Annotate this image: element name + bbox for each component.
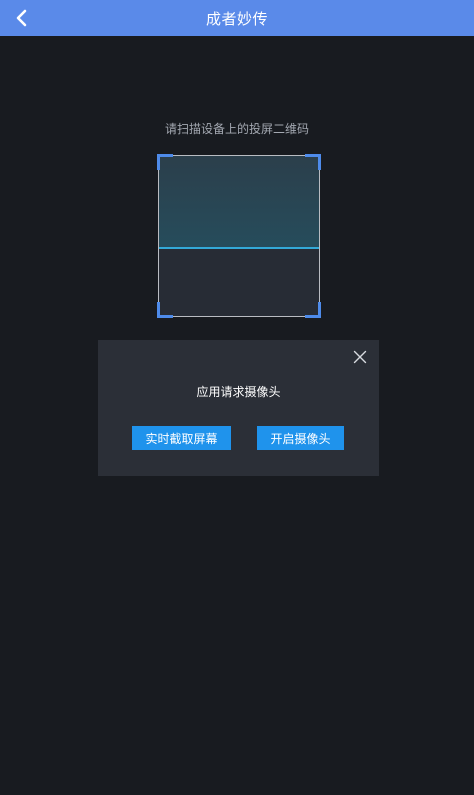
screen-capture-button[interactable]: 实时截取屏幕 xyxy=(132,426,231,450)
scan-gradient xyxy=(159,156,319,248)
scan-line xyxy=(159,247,319,249)
back-button[interactable] xyxy=(8,4,36,32)
scan-corner-bottom-left xyxy=(157,302,173,318)
scan-corner-bottom-right xyxy=(305,302,321,318)
chevron-left-icon xyxy=(16,9,27,27)
qr-scan-frame xyxy=(158,155,320,317)
camera-permission-dialog: 应用请求摄像头 实时截取屏幕 开启摄像头 xyxy=(98,340,379,476)
app-header: 成者妙传 xyxy=(0,0,474,36)
scan-instruction: 请扫描设备上的投屏二维码 xyxy=(164,122,309,136)
close-icon xyxy=(353,350,367,364)
dialog-message: 应用请求摄像头 xyxy=(196,385,281,399)
close-button[interactable] xyxy=(351,348,369,366)
scan-corner-top-left xyxy=(157,154,173,170)
scan-corner-top-right xyxy=(305,154,321,170)
open-camera-button[interactable]: 开启摄像头 xyxy=(257,426,344,450)
page-title: 成者妙传 xyxy=(205,9,268,28)
